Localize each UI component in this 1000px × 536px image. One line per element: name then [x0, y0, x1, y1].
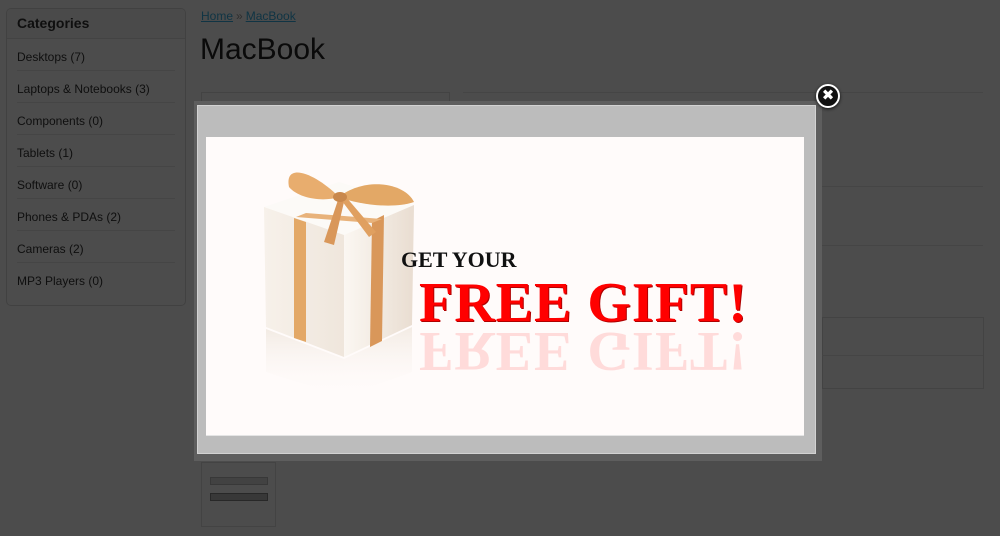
close-popup-button[interactable]: ✖	[816, 84, 840, 108]
gift-box-icon	[264, 172, 414, 397]
popup-frame: GET YOUR FREE GIFT! FREE GIFT!	[197, 105, 816, 454]
headline-get-your: GET YOUR	[401, 247, 517, 272]
promo-popup: GET YOUR FREE GIFT! FREE GIFT!	[194, 101, 822, 461]
headline-reflection: FREE GIFT!	[419, 320, 748, 382]
free-gift-banner: GET YOUR FREE GIFT! FREE GIFT!	[206, 137, 804, 436]
close-icon: ✖	[821, 86, 835, 104]
